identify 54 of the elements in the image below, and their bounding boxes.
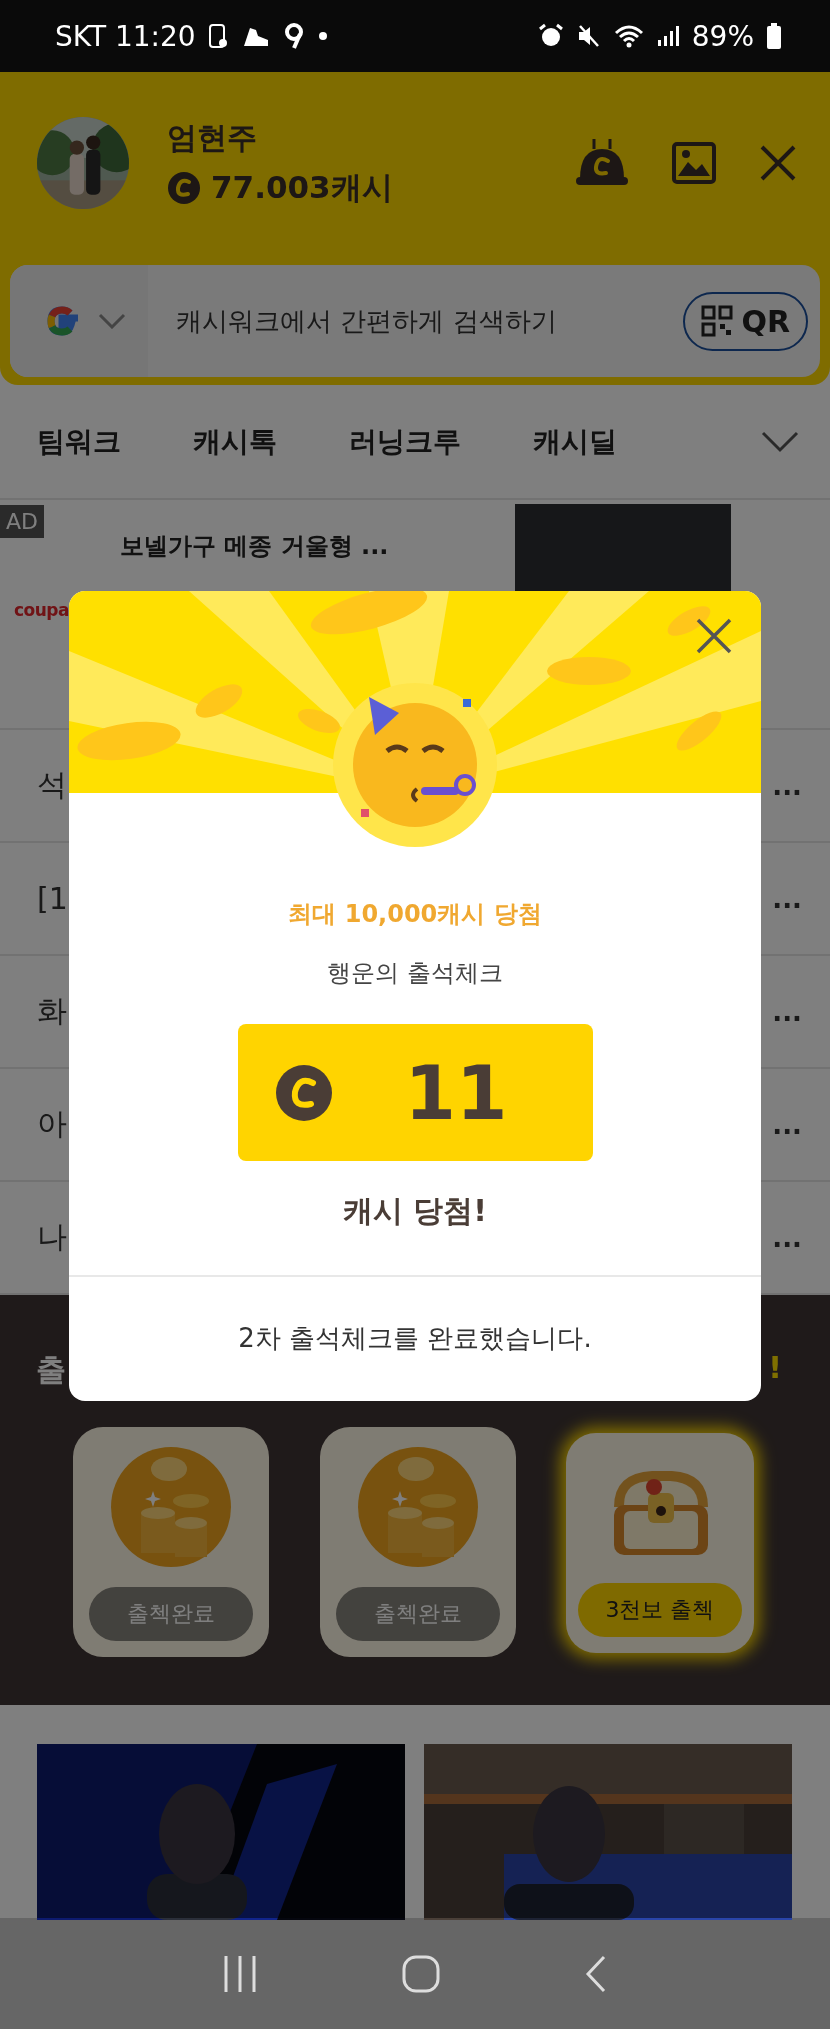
dot-icon xyxy=(317,31,328,41)
dialog-subtitle: 행운의 출석체크 xyxy=(327,958,503,989)
reward-amount: 11 xyxy=(404,1049,508,1136)
cash-balance: 77.003캐시 xyxy=(211,167,393,207)
close-icon[interactable] xyxy=(695,617,733,655)
alarm-icon xyxy=(537,23,564,49)
search-field[interactable]: 캐시워크에서 간편하게 검색하기 QR xyxy=(10,265,820,377)
battery-icon xyxy=(766,22,782,50)
news-title-start: 석 xyxy=(37,766,67,804)
result-text: 캐시 당첨! xyxy=(342,1192,488,1230)
attendance-status-pill[interactable]: 3천보 출첵 xyxy=(578,1583,742,1637)
ad-badge: AD xyxy=(0,505,44,538)
wifi-icon xyxy=(613,23,644,49)
status-time: SKT 11:20 xyxy=(55,19,196,53)
coin-stack-icon xyxy=(357,1447,478,1567)
headline: 최대 10,000캐시 당첨 xyxy=(288,899,542,930)
attendance-title-start: 출 xyxy=(36,1351,66,1389)
attendance-card[interactable]: 3천보 출첵 xyxy=(566,1433,754,1653)
category-tab[interactable]: 러닝크루 xyxy=(349,414,461,469)
category-tab[interactable]: 팀워크 xyxy=(37,414,121,469)
news-title-end: ... xyxy=(772,1222,802,1253)
coin-stack-icon xyxy=(111,1447,231,1567)
qr-code-icon xyxy=(701,305,734,337)
news-title-start: [1 xyxy=(37,881,68,916)
news-title-end: ... xyxy=(772,883,802,914)
image-icon[interactable] xyxy=(672,142,716,184)
news-title-end: ... xyxy=(772,770,802,801)
ad-title[interactable]: 보넬가구 메종 거울형 ... xyxy=(120,530,389,562)
category-tab[interactable]: 캐시톡 xyxy=(193,414,277,469)
user-name: 엄현주 xyxy=(167,118,258,157)
completion-message: 2차 출석체크를 완료했습니다. xyxy=(238,1321,592,1355)
home-icon[interactable] xyxy=(401,1953,441,1994)
watch-icon xyxy=(207,22,228,50)
cash-coin-icon xyxy=(274,1063,333,1122)
brand-logo: coupa xyxy=(14,600,69,620)
category-tab[interactable]: 캐시딜 xyxy=(533,414,617,469)
news-title-end: ... xyxy=(772,1109,802,1140)
attendance-title-end: ! xyxy=(768,1350,782,1387)
chevron-down-icon[interactable] xyxy=(760,429,800,454)
attendance-status-pill[interactable]: 출첵완료 xyxy=(89,1587,253,1641)
close-icon[interactable] xyxy=(758,143,798,183)
qr-button[interactable]: QR xyxy=(683,291,808,351)
news-title-start: 나 xyxy=(37,1218,67,1256)
attendance-card[interactable]: 출첵완료 xyxy=(73,1427,269,1657)
news-title-start: 화 xyxy=(37,992,67,1030)
search-placeholder: 캐시워크에서 간편하게 검색하기 xyxy=(175,304,558,338)
attendance-card[interactable]: 출첵완료 xyxy=(319,1427,516,1657)
cash-coin-icon xyxy=(167,170,201,205)
news-title-end: ... xyxy=(772,996,802,1027)
news-title-start: 아 xyxy=(37,1105,67,1143)
attendance-status-pill[interactable]: 출첵완료 xyxy=(335,1587,500,1641)
chevron-down-icon[interactable] xyxy=(98,313,126,329)
signal-icon xyxy=(655,24,680,48)
battery-level: 89% xyxy=(691,19,754,53)
